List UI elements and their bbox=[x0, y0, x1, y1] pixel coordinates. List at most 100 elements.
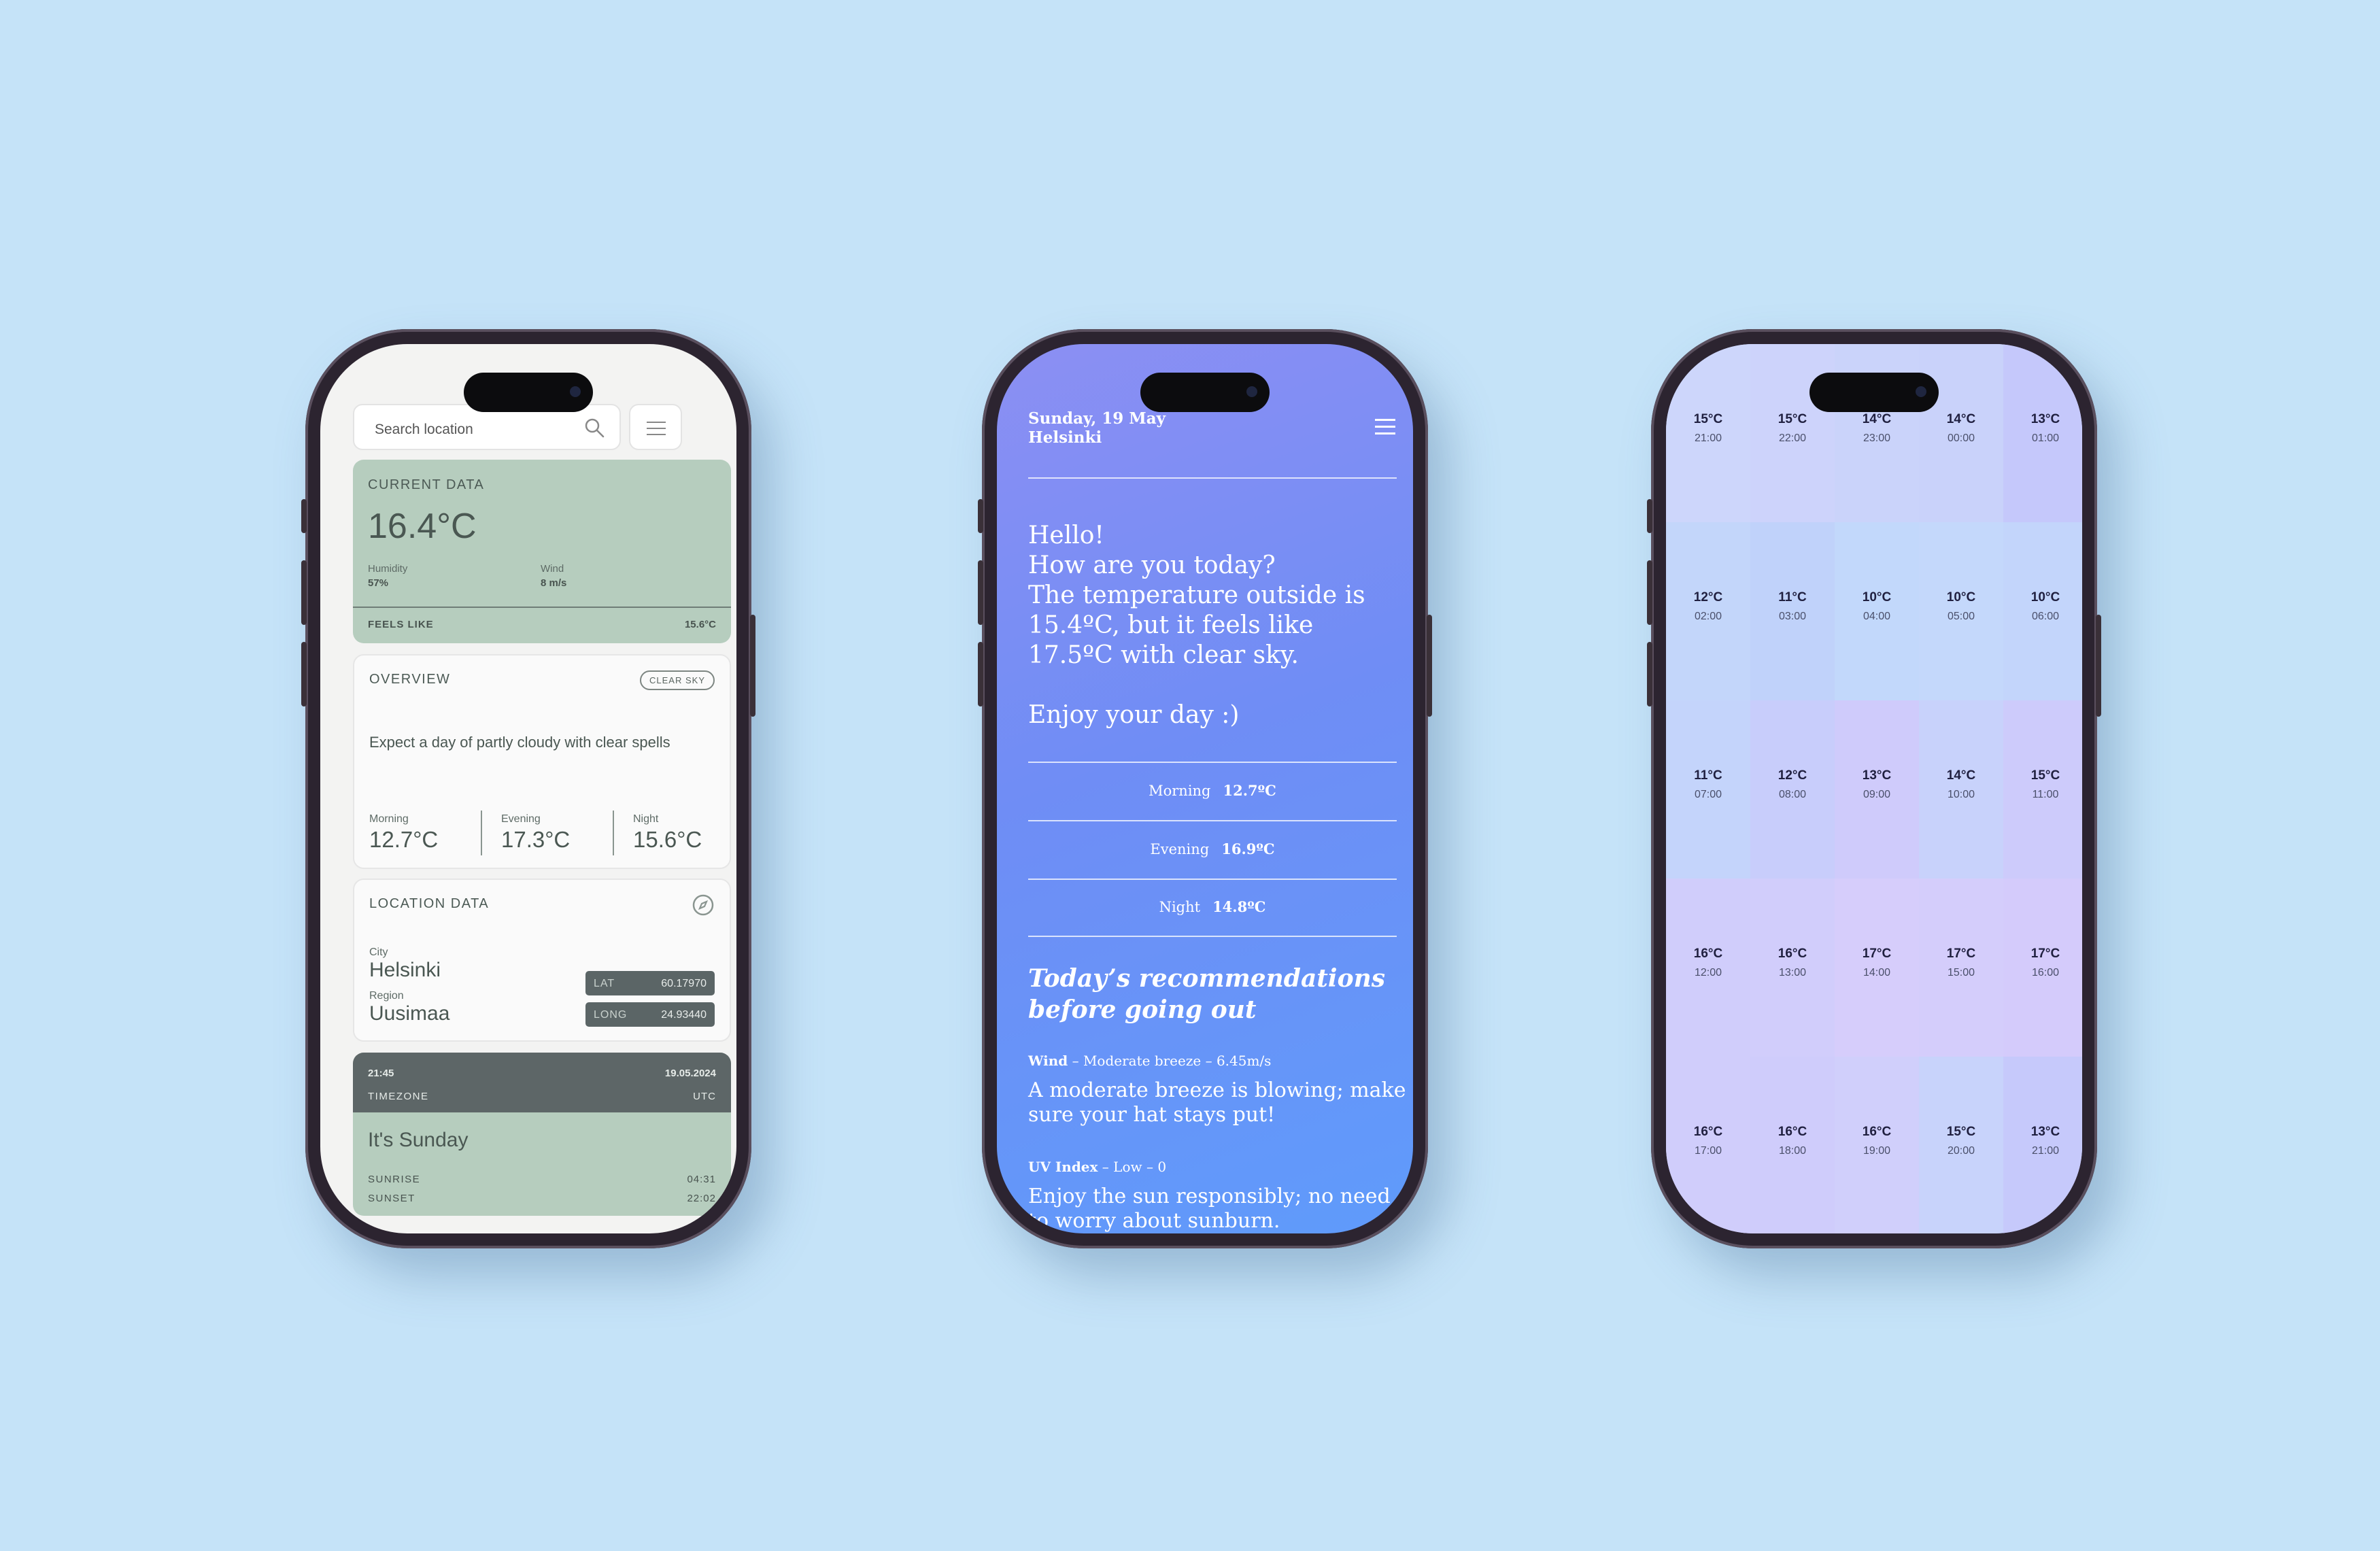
feels-like-label: FEELS LIKE bbox=[368, 619, 434, 630]
compass-icon[interactable] bbox=[692, 893, 715, 917]
hour-cell: 12°C 02:00 bbox=[1666, 522, 1750, 700]
hour-time: 21:00 bbox=[2031, 1145, 2060, 1157]
hour-cell: 13°C 21:00 bbox=[2003, 1057, 2082, 1233]
long-label: LONG bbox=[594, 1009, 628, 1021]
wind-heading: Wind – Moderate breeze – 6.45m/s bbox=[1028, 1053, 1271, 1069]
hour-temperature: 16°C bbox=[1778, 947, 1807, 961]
sunrise-label: SUNRISE bbox=[368, 1174, 421, 1185]
hour-cell: 16°C 12:00 bbox=[1666, 879, 1750, 1057]
hour-time: 19:00 bbox=[1863, 1145, 1891, 1157]
divider bbox=[481, 811, 482, 855]
hour-temperature: 14°C bbox=[1862, 412, 1892, 426]
hour-temperature: 12°C bbox=[1693, 590, 1723, 604]
hour-temperature: 11°C bbox=[1694, 768, 1722, 783]
hour-temperature: 17°C bbox=[1946, 947, 1976, 961]
greeting-line: Enjoy your day :) bbox=[1028, 701, 1240, 729]
sunrise-value: 04:31 bbox=[687, 1174, 716, 1185]
hour-time: 00:00 bbox=[1947, 432, 1975, 444]
overview-text: Expect a day of partly cloudy with clear… bbox=[369, 734, 670, 751]
divider bbox=[613, 811, 614, 855]
greeting-text: Hello! How are you today? The temperatur… bbox=[1028, 521, 1365, 730]
hour-temperature: 12°C bbox=[1778, 768, 1807, 783]
hour-temperature: 10°C bbox=[1862, 590, 1892, 604]
hour-cell: 14°C 23:00 bbox=[1835, 344, 1919, 522]
region-value: Uusimaa bbox=[369, 1002, 450, 1025]
hour-cell: 15°C 20:00 bbox=[1919, 1057, 2003, 1233]
hour-cell: 10°C 05:00 bbox=[1919, 522, 2003, 700]
timezone-header: 21:45 19.05.2024 TIMEZONE UTC bbox=[353, 1053, 731, 1112]
greeting-line bbox=[1028, 670, 1365, 700]
forecast-row-night: Night 14.8ºC bbox=[1028, 898, 1397, 915]
humidity-label: Humidity bbox=[368, 563, 408, 575]
phone-left: Search location CURRENT DATA 16.4°C Humi… bbox=[301, 329, 755, 1248]
divider bbox=[1028, 936, 1397, 937]
divider bbox=[1028, 477, 1397, 479]
hour-cell: 10°C 04:00 bbox=[1835, 522, 1919, 700]
city-header: Helsinki bbox=[1028, 428, 1102, 447]
hour-temperature: 17°C bbox=[1862, 947, 1892, 961]
humidity-value: 57% bbox=[368, 577, 389, 589]
greeting-line: 15.4ºC, but it feels like bbox=[1028, 611, 1314, 639]
city-label: City bbox=[369, 947, 388, 958]
hour-time: 20:00 bbox=[1947, 1145, 1975, 1157]
row-label: Night bbox=[1159, 899, 1201, 915]
hour-cell: 16°C 19:00 bbox=[1835, 1057, 1919, 1233]
greeting-line: How are you today? bbox=[1028, 551, 1276, 579]
hour-cell: 17°C 15:00 bbox=[1919, 879, 2003, 1057]
hour-cell: 13°C 01:00 bbox=[2003, 344, 2082, 522]
hour-time: 07:00 bbox=[1694, 789, 1722, 800]
city-value: Helsinki bbox=[369, 959, 441, 981]
phone-right: 15°C 21:00 15°C 22:00 14°C 23:00 14°C 00:00 13°C… bbox=[1647, 329, 2101, 1248]
hour-time: 10:00 bbox=[1947, 789, 1975, 800]
divider bbox=[1028, 762, 1397, 763]
overview-card: OVERVIEW CLEAR SKY Expect a day of partl… bbox=[353, 654, 731, 869]
hour-time: 03:00 bbox=[1778, 611, 1807, 622]
dynamic-island bbox=[1809, 373, 1939, 412]
hour-temperature: 10°C bbox=[1946, 590, 1976, 604]
hour-time: 21:00 bbox=[1694, 432, 1722, 444]
hour-cell: 16°C 13:00 bbox=[1750, 879, 1835, 1057]
hour-temperature: 15°C bbox=[1693, 412, 1723, 426]
search-icon[interactable] bbox=[584, 417, 605, 438]
screen-hourly: 15°C 21:00 15°C 22:00 14°C 23:00 14°C 00:00 13°C… bbox=[1666, 344, 2082, 1233]
wind-label: Wind bbox=[541, 563, 564, 575]
hour-cell: 12°C 08:00 bbox=[1750, 700, 1835, 879]
hour-time: 18:00 bbox=[1778, 1145, 1807, 1157]
wind-recommendation: A moderate breeze is blowing; make sure … bbox=[1028, 1078, 1406, 1127]
timezone-value: UTC bbox=[693, 1091, 716, 1102]
dynamic-island bbox=[464, 373, 593, 412]
uv-heading-detail: – Low – 0 bbox=[1098, 1159, 1167, 1175]
wind-heading-bold: Wind bbox=[1028, 1053, 1068, 1069]
morning-temperature: 12.7°C bbox=[369, 827, 439, 852]
current-data-label: CURRENT DATA bbox=[368, 477, 485, 492]
row-label: Evening bbox=[1150, 841, 1210, 857]
timezone-label: TIMEZONE bbox=[368, 1091, 429, 1102]
divider bbox=[1028, 879, 1397, 880]
phone-middle: Sunday, 19 May Helsinki Hello! How are y… bbox=[978, 329, 1432, 1248]
divider bbox=[1028, 820, 1397, 821]
hour-temperature: 13°C bbox=[2030, 412, 2060, 426]
hour-temperature: 13°C bbox=[1862, 768, 1892, 783]
hour-time: 22:00 bbox=[1778, 432, 1807, 444]
hour-cell: 11°C 03:00 bbox=[1750, 522, 1835, 700]
hour-cell: 10°C 06:00 bbox=[2003, 522, 2082, 700]
hour-time: 09:00 bbox=[1863, 789, 1891, 800]
evening-temperature: 17.3°C bbox=[501, 827, 571, 852]
greeting-line: 17.5ºC with clear sky. bbox=[1028, 641, 1299, 669]
hour-temperature: 16°C bbox=[1693, 947, 1723, 961]
hour-temperature: 16°C bbox=[1693, 1125, 1723, 1139]
menu-button[interactable] bbox=[629, 404, 682, 450]
forecast-row-evening: Evening 16.9ºC bbox=[1028, 840, 1397, 857]
night-temperature: 15.6°C bbox=[633, 827, 702, 852]
hour-temperature: 10°C bbox=[2030, 590, 2060, 604]
hour-cell: 14°C 00:00 bbox=[1919, 344, 2003, 522]
hour-cell: 17°C 16:00 bbox=[2003, 879, 2082, 1057]
screen-overview: Search location CURRENT DATA 16.4°C Humi… bbox=[320, 344, 736, 1233]
latitude-tag: LAT 60.17970 bbox=[585, 971, 715, 995]
hour-time: 06:00 bbox=[2031, 611, 2060, 622]
hour-time: 11:00 bbox=[2032, 789, 2059, 800]
hour-cell: 15°C 22:00 bbox=[1750, 344, 1835, 522]
hour-time: 16:00 bbox=[2031, 967, 2060, 978]
weather-status-badge: CLEAR SKY bbox=[640, 670, 715, 690]
hour-time: 13:00 bbox=[1778, 967, 1807, 978]
